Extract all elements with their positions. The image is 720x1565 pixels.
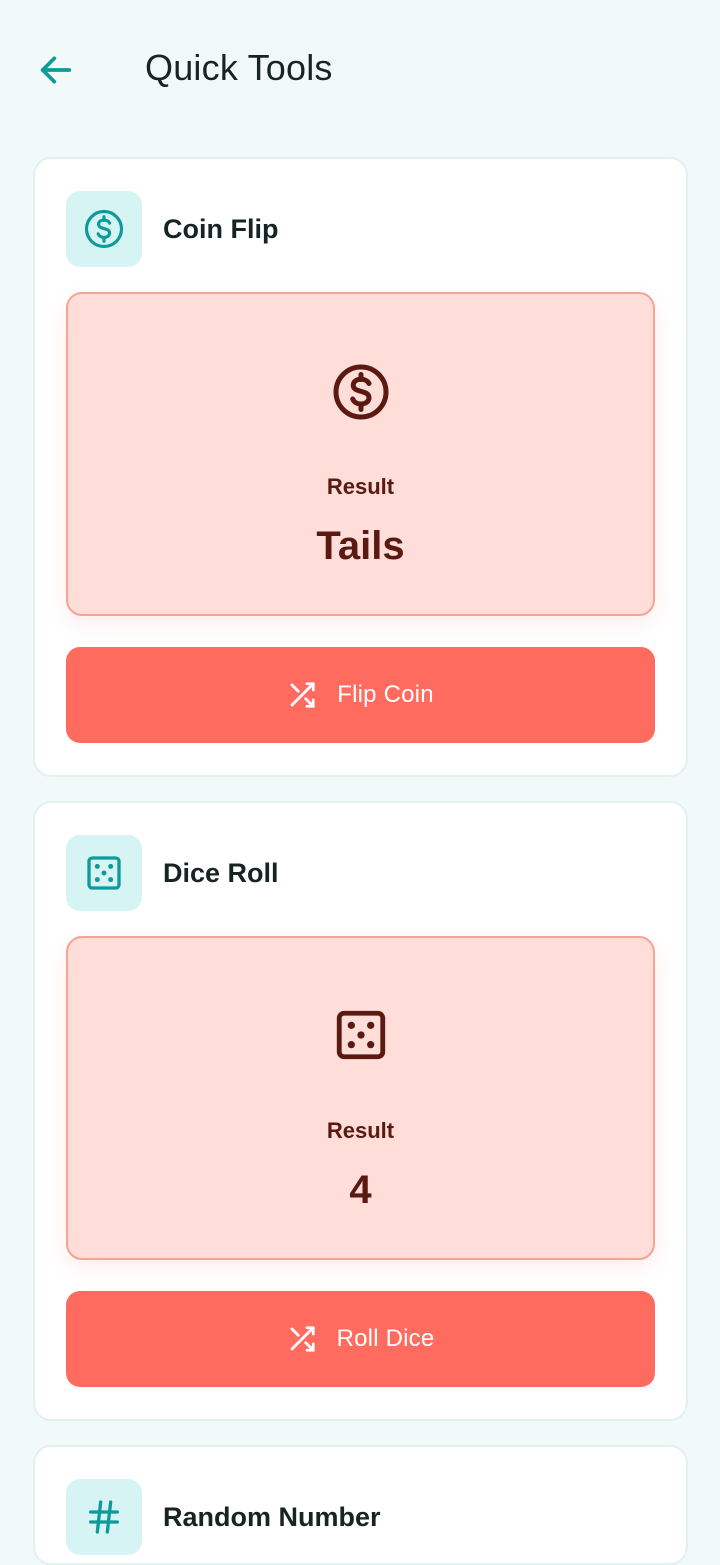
dice-five-icon <box>87 856 121 890</box>
result-label: Result <box>326 474 395 499</box>
card-title: Coin Flip <box>163 213 279 244</box>
result-icon-wrap <box>68 362 653 422</box>
random-number-card: Random Number <box>33 1445 688 1565</box>
shuffle-icon <box>290 682 315 708</box>
page-title: Quick Tools <box>145 47 333 88</box>
tool-icon-container <box>66 1479 142 1555</box>
app-bar: Quick Tools <box>0 0 720 138</box>
result-label: Result <box>326 1118 395 1143</box>
card-title: Dice Roll <box>163 857 279 888</box>
hash-icon <box>89 1500 120 1534</box>
dollar-circle-icon <box>84 209 124 249</box>
card-header: Random Number <box>66 1479 381 1555</box>
coin-flip-card: Coin Flip Result Tails Flip Coin <box>33 157 688 777</box>
result-icon-wrap <box>68 1006 653 1064</box>
dollar-circle-icon <box>333 364 388 420</box>
dice-five-icon <box>336 1010 385 1060</box>
dice-roll-card: Dice Roll Result 4 Roll Dice <box>33 801 688 1421</box>
back-button[interactable] <box>30 44 82 96</box>
result-value: 4 <box>349 1168 372 1212</box>
card-header: Dice Roll <box>66 835 279 911</box>
result-panel: Result Tails <box>66 292 655 616</box>
roll-dice-button[interactable]: Roll Dice <box>66 1291 655 1387</box>
arrow-left-icon <box>40 56 72 84</box>
result-panel: Result 4 <box>66 936 655 1260</box>
card-title: Random Number <box>163 1501 381 1532</box>
button-label: Roll Dice <box>336 1325 435 1352</box>
tool-icon-container <box>66 191 142 267</box>
flip-coin-button[interactable]: Flip Coin <box>66 647 655 743</box>
tool-icon-container <box>66 835 142 911</box>
button-label: Flip Coin <box>337 681 434 708</box>
shuffle-icon <box>290 1326 315 1352</box>
result-value: Tails <box>316 524 405 568</box>
card-header: Coin Flip <box>66 191 278 267</box>
